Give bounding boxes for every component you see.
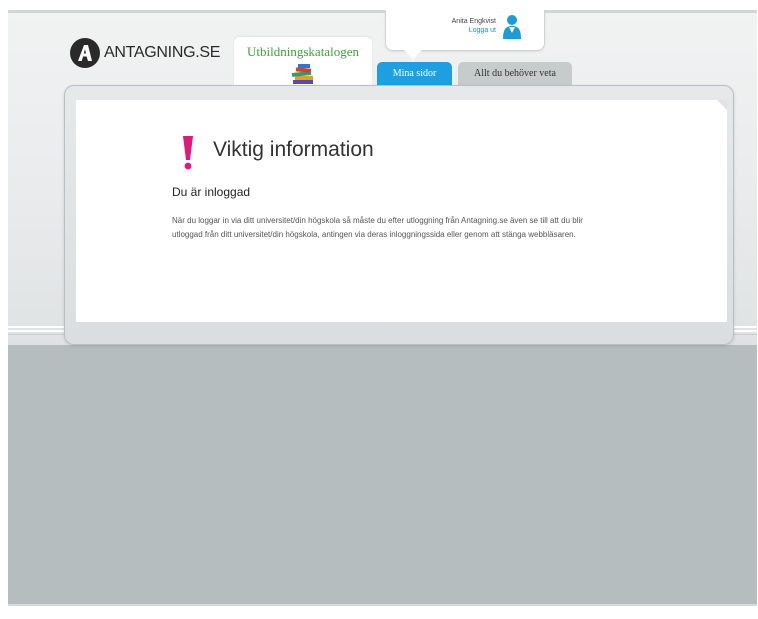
status-heading: Du är inloggad bbox=[172, 185, 251, 199]
page-fold bbox=[717, 100, 727, 110]
bottom-border bbox=[8, 604, 757, 606]
tab-allt-du-behover-veta[interactable]: Allt du behöver veta bbox=[458, 62, 572, 85]
user-panel-pointer bbox=[404, 50, 422, 59]
user-panel: Anita Engkvist Logga ut bbox=[385, 10, 545, 59]
tab-utbildningskatalogen[interactable]: Utbildningskatalogen bbox=[234, 37, 372, 85]
info-text: När du loggar in via ditt universitet/di… bbox=[172, 216, 583, 239]
exclamation-icon bbox=[181, 135, 195, 176]
tab-mina-sidor[interactable]: Mina sidor bbox=[377, 62, 452, 85]
tab-label: Utbildningskatalogen bbox=[247, 44, 359, 59]
logo-text: ANTAGNING.SE bbox=[104, 44, 221, 61]
logout-link[interactable]: Logga ut bbox=[469, 27, 496, 34]
user-name: Anita Engkvist bbox=[451, 18, 496, 25]
content-card: Viktig information Du är inloggad När du… bbox=[76, 100, 727, 322]
site-logo[interactable]: ANTAGNING.SE bbox=[70, 38, 220, 68]
page-title: Viktig information bbox=[213, 138, 374, 161]
logo-a-icon bbox=[70, 38, 100, 68]
page-frame: ANTAGNING.SE Anita Engkvist Logga ut Utb… bbox=[8, 10, 757, 606]
user-icon bbox=[502, 14, 522, 45]
top-border bbox=[8, 10, 757, 13]
